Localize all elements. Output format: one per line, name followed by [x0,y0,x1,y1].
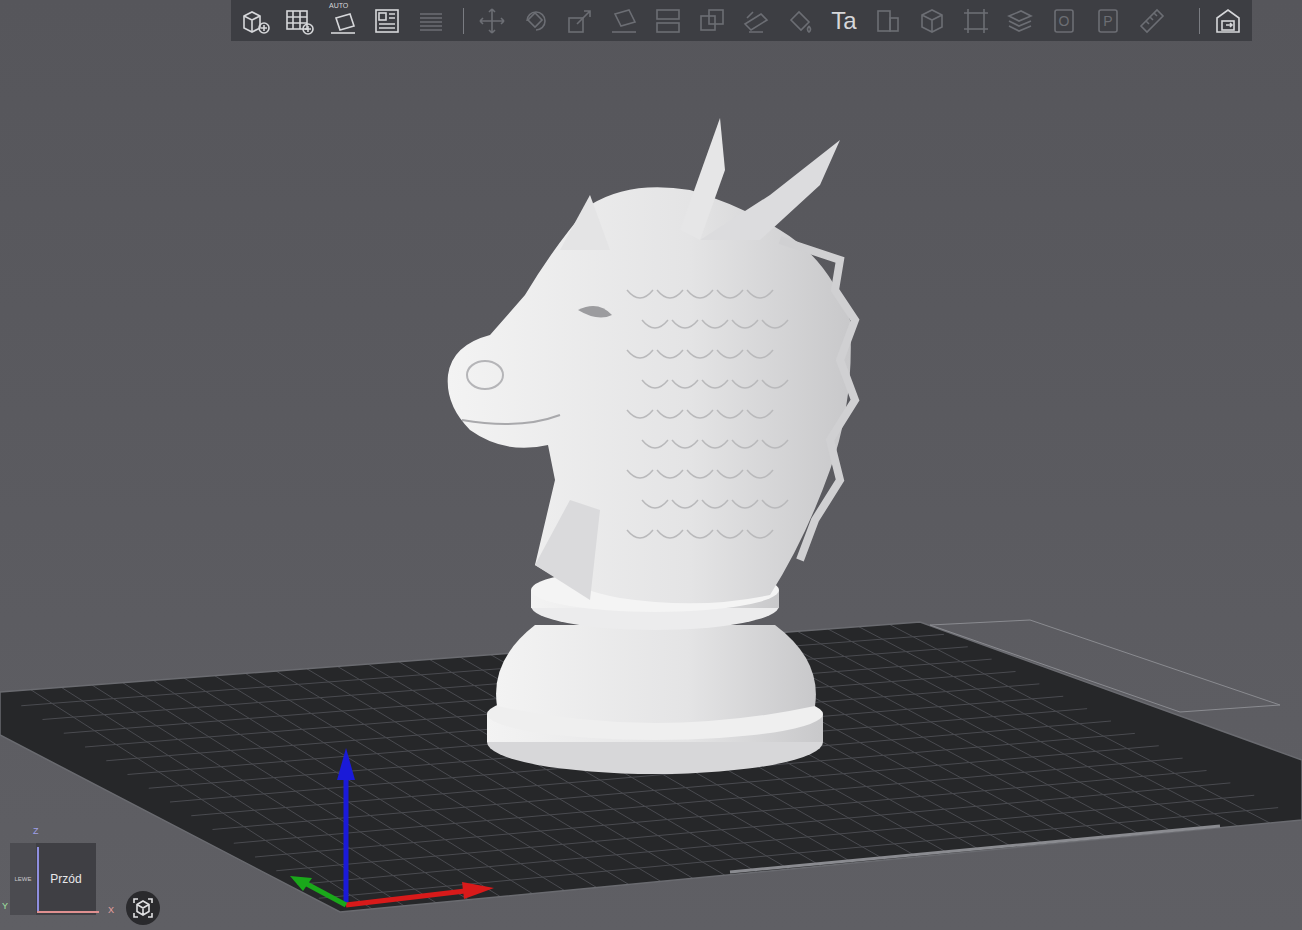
build-plate [0,620,1302,912]
toolbar-group: AUTO [233,1,453,41]
move-icon [477,6,507,36]
view-reset-button[interactable] [126,891,160,925]
text-button[interactable]: Ta [822,1,866,41]
view-cube-area: LEWE Przód Z X Y [0,825,125,930]
lay-on-face-button[interactable] [602,1,646,41]
toolbar-separator [463,8,464,34]
add-plate-icon [284,6,314,36]
plate-export-button[interactable] [1206,1,1250,41]
cut-icon [697,6,727,36]
slicer-window: AUTO Ta O P LEWE Przód Z X Y [0,0,1302,930]
auto-arrange-button[interactable]: AUTO [321,1,365,41]
add-button[interactable] [233,1,277,41]
text-tool-label: Ta [831,9,856,33]
cut-button[interactable] [690,1,734,41]
color-paint-icon [785,6,815,36]
cube-y-label: Y [2,902,8,911]
letter-button[interactable]: P [1086,1,1130,41]
dragon-chess-model[interactable] [448,118,855,774]
cube-front-face: Przód [36,843,96,915]
split-button[interactable] [646,1,690,41]
support-paint-button[interactable] [734,1,778,41]
cube-icon [917,6,947,36]
cube-left-label: LEWE [14,876,31,882]
cube-x-label: X [108,906,114,915]
cube-view-icon [132,897,154,919]
toolbar-group: Ta O P [453,1,1199,41]
letter-label: O [1059,14,1070,28]
top-toolbar: AUTO Ta O P [231,0,1252,41]
plate-export-icon [1213,6,1243,36]
stack-button[interactable] [998,1,1042,41]
arrange-icon [372,6,402,36]
auto-label: AUTO [329,2,348,9]
square-icon [873,6,903,36]
cube-x-axis [37,911,99,913]
layers-button[interactable] [409,1,453,41]
letter-label: P [1103,14,1112,28]
rotate-icon [521,6,551,36]
arrange-button[interactable] [365,1,409,41]
cube-button[interactable] [910,1,954,41]
move-button[interactable] [470,1,514,41]
toolbar-separator [1199,8,1200,34]
3d-viewport[interactable] [0,0,1302,930]
split-icon [653,6,683,36]
axes-gizmo [290,748,494,905]
support-paint-icon [741,6,771,36]
cube-z-label: Z [33,827,39,836]
add-plate-button[interactable] [277,1,321,41]
scale-icon [565,6,595,36]
ruler-icon [1137,6,1167,36]
scale-button[interactable] [558,1,602,41]
lay-on-face-icon [609,6,639,36]
letter-button[interactable]: O [1042,1,1086,41]
auto-arrange-icon [328,6,358,36]
cube-left-face: LEWE [10,843,36,915]
crop-icon [961,6,991,36]
toolbar-group [1199,1,1250,41]
stack-icon [1005,6,1035,36]
color-paint-button[interactable] [778,1,822,41]
ruler-button[interactable] [1130,1,1174,41]
cube-z-axis [37,847,39,913]
layers-icon [416,6,446,36]
add-icon [240,6,270,36]
cube-front-label: Przód [50,873,81,885]
crop-button[interactable] [954,1,998,41]
square-button[interactable] [866,1,910,41]
view-cube[interactable]: LEWE Przód [10,843,96,915]
rotate-button[interactable] [514,1,558,41]
